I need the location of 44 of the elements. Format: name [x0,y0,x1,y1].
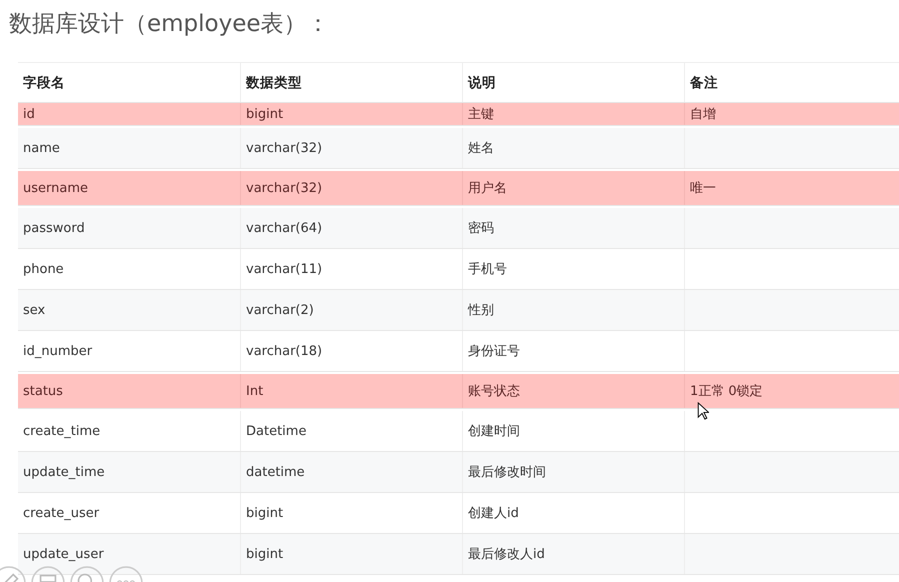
column-header: 字段名 [23,74,65,92]
table-cell: id_number [23,344,92,358]
page-title: 数据库设计（employee表）： [9,10,331,39]
table-cell: username [23,180,88,196]
table-cell: varchar(64) [246,220,322,236]
table-cell-text: 用户名 [468,180,507,197]
table-cell: phone [23,262,64,276]
table-cell: update_user [23,546,104,562]
table-cell-text: 账号状态 [468,383,520,400]
table-cell: datetime [246,464,305,480]
table-cell: varchar(2) [246,302,314,318]
table-cell-text: 最后修改人id [468,546,545,563]
table-cell-text: 最后修改时间 [468,464,546,481]
table-cell-text: 姓名 [468,140,494,157]
table-cell-text: 身份证号 [468,343,520,360]
table-cell: status [23,384,63,398]
table-cell-text: 自增 [690,106,716,123]
table-cell: varchar(18) [246,344,322,358]
table-cell-text: 唯一 [690,180,716,197]
table-cell-text: 1正常 0锁定 [690,383,763,400]
table-cell: update_time [23,464,105,480]
table-cell-text: 创建人id [468,505,519,522]
table-cell: varchar(11) [246,262,322,276]
table-cell: sex [23,302,46,318]
table-cell-text: 主键 [468,106,494,123]
table-cell-text: 手机号 [468,261,507,278]
table-cell-text: 性别 [468,302,494,319]
table-cell: bigint [246,506,284,520]
table-cell: Int [246,384,264,398]
table-cell-text: 密码 [468,220,494,237]
table-cell: name [23,140,60,156]
column-header: 备注 [690,74,718,92]
table-cell-text: 创建时间 [468,423,520,440]
column-header: 数据类型 [246,74,302,92]
table-cell: bigint [246,546,284,562]
table-cell: create_user [23,506,100,520]
table-cell: create_time [23,424,100,438]
table-cell: varchar(32) [246,140,322,156]
column-header: 说明 [468,74,496,92]
table-cell: id [23,106,35,122]
table-cell: varchar(32) [246,180,322,196]
table-cell: password [23,220,85,236]
table-cell: Datetime [246,424,306,438]
table-cell: bigint [246,106,284,122]
